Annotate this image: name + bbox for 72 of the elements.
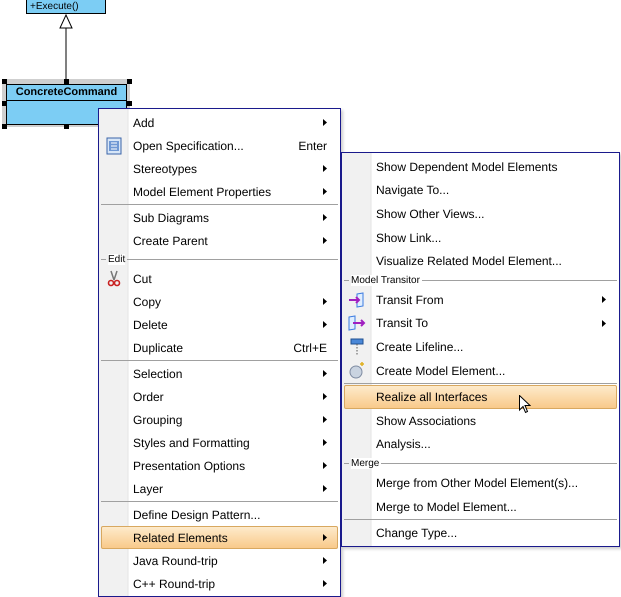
resize-handle[interactable] bbox=[127, 101, 132, 106]
menu-item[interactable]: Layer bbox=[101, 477, 338, 500]
submenu-arrow-icon bbox=[323, 580, 327, 587]
submenu-arrow-icon bbox=[323, 188, 327, 195]
specification-icon bbox=[105, 136, 123, 154]
menu-item[interactable]: Presentation Options bbox=[101, 454, 338, 477]
class-box[interactable]: ConcreteCommand bbox=[6, 84, 127, 125]
menu-item[interactable]: Visualize Related Model Element... bbox=[344, 249, 617, 273]
resize-handle[interactable] bbox=[127, 79, 132, 84]
menu-item[interactable]: Merge from Other Model Element(s)... bbox=[344, 471, 617, 495]
menu-item[interactable]: Cut bbox=[101, 267, 338, 290]
menu-item[interactable]: Grouping bbox=[101, 408, 338, 431]
submenu-arrow-icon bbox=[323, 557, 327, 564]
menu-item[interactable]: Show Associations bbox=[344, 408, 617, 433]
submenu-arrow-icon bbox=[602, 320, 606, 327]
menu-item[interactable]: Styles and Formatting bbox=[101, 431, 338, 454]
submenu-arrow-icon bbox=[323, 214, 327, 221]
menu-item[interactable]: Change Type... bbox=[344, 521, 617, 545]
lifeline-icon bbox=[348, 338, 366, 356]
arrow-out-of-box-icon bbox=[348, 314, 366, 332]
arrow-into-box-icon bbox=[348, 290, 366, 309]
submenu-arrow-icon bbox=[323, 370, 327, 377]
submenu-arrow-icon bbox=[323, 534, 327, 541]
resize-handle[interactable] bbox=[64, 79, 69, 84]
menu-item[interactable]: Open Specification... Enter bbox=[101, 134, 338, 157]
menu-item[interactable]: Duplicate Ctrl+E bbox=[101, 336, 338, 359]
submenu-arrow-icon bbox=[323, 416, 327, 423]
menu-item[interactable]: Stereotypes bbox=[101, 157, 338, 180]
menu-item[interactable]: Copy bbox=[101, 290, 338, 313]
submenu-arrow-icon bbox=[323, 237, 327, 244]
menu-item[interactable]: Show Dependent Model Elements bbox=[344, 155, 617, 179]
menu-item[interactable]: Transit To bbox=[344, 312, 617, 336]
resize-handle[interactable] bbox=[2, 79, 7, 84]
menu-group-label: Model Transitor bbox=[351, 274, 420, 286]
menu-item[interactable]: Show Link... bbox=[344, 226, 617, 250]
menu-item[interactable]: Create Lifeline... bbox=[344, 335, 617, 359]
submenu-arrow-icon bbox=[323, 393, 327, 400]
menu-item[interactable]: Selection bbox=[101, 362, 338, 385]
submenu-arrow-icon bbox=[323, 298, 327, 305]
menu-group-label: Edit bbox=[108, 254, 126, 265]
resize-handle[interactable] bbox=[64, 124, 69, 129]
submenu-arrow-icon bbox=[323, 485, 327, 492]
menu-item[interactable]: Merge to Model Element... bbox=[344, 494, 617, 518]
menu-item[interactable]: Create Parent bbox=[101, 229, 338, 252]
menu-item[interactable]: Transit From bbox=[344, 288, 617, 312]
menu-item[interactable]: Show Other Views... bbox=[344, 202, 617, 226]
submenu-arrow-icon bbox=[602, 296, 606, 304]
class-box: +Execute() bbox=[26, 0, 106, 14]
menu-item[interactable]: Realize all Interfaces bbox=[344, 385, 617, 409]
generalization-arrow bbox=[59, 14, 73, 80]
resize-handle[interactable] bbox=[2, 124, 7, 129]
submenu-arrow-icon bbox=[323, 462, 327, 469]
mouse-pointer-icon bbox=[519, 395, 531, 414]
menu-group-label: Merge bbox=[351, 458, 380, 470]
menu-item[interactable]: C++ Round-trip bbox=[101, 572, 338, 595]
menu-item[interactable]: Analysis... bbox=[344, 432, 617, 456]
scissors-icon bbox=[105, 270, 123, 288]
submenu-arrow-icon bbox=[323, 119, 327, 126]
menu-item[interactable]: Related Elements bbox=[101, 526, 338, 549]
menu-item[interactable]: Define Design Pattern... bbox=[101, 503, 338, 526]
submenu-arrow-icon bbox=[323, 165, 327, 172]
menu-item[interactable]: Order bbox=[101, 385, 338, 408]
menu-item[interactable]: Create Model Element... bbox=[344, 358, 617, 382]
menu-item[interactable]: Java Round-trip bbox=[101, 549, 338, 572]
menu-item[interactable]: Navigate To... bbox=[344, 178, 617, 202]
menu-item[interactable]: Delete bbox=[101, 313, 338, 336]
menu-item[interactable]: Sub Diagrams bbox=[101, 206, 338, 229]
resize-handle[interactable] bbox=[2, 101, 7, 106]
submenu-arrow-icon bbox=[323, 321, 327, 328]
sphere-icon bbox=[348, 362, 366, 380]
menu-item[interactable]: Model Element Properties bbox=[101, 180, 338, 203]
submenu-arrow-icon bbox=[323, 439, 327, 446]
